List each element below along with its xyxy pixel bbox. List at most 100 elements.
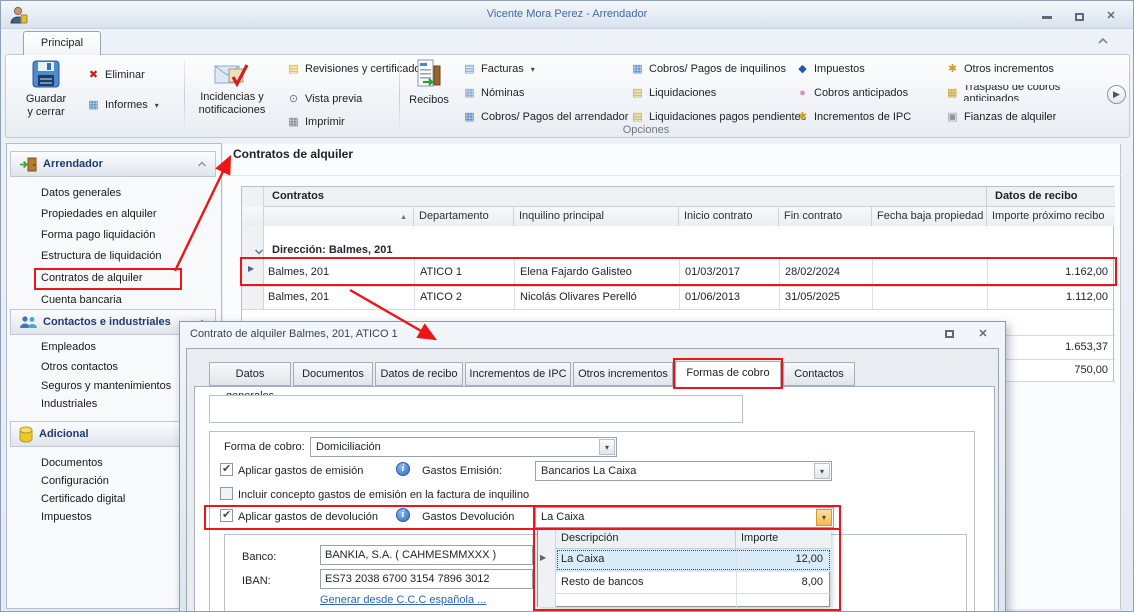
tab-datos-generales[interactable]: Datos generales <box>209 362 291 402</box>
header-importe[interactable]: Importe próximo recibo <box>987 207 1115 226</box>
title-divider <box>223 175 1121 176</box>
partial-row-value: 1.653,37 <box>1065 341 1108 353</box>
close-button[interactable]: ✕ <box>1099 10 1123 25</box>
nominas-button[interactable]: Nóminas <box>463 85 524 101</box>
sidebar-item-contratos-alquiler[interactable]: Contratos de alquiler <box>41 272 143 284</box>
grid-row-selected[interactable]: La Caixa 12,00 <box>556 549 831 571</box>
sidebar-section-arrendador[interactable]: Arrendador <box>10 151 216 177</box>
cell-fin: 31/05/2025 <box>785 291 841 303</box>
report-icon <box>87 99 100 111</box>
eliminar-button[interactable]: Eliminar <box>87 67 145 83</box>
grid-row[interactable]: Resto de bancos 8,00 <box>556 571 831 593</box>
sidebar-item-cuenta-bancaria[interactable]: Cuenta bancaria <box>41 294 122 306</box>
band-datos-recibo[interactable]: Datos de recibo <box>987 187 1115 207</box>
guardar-cerrar-button[interactable]: Guardar y cerrar <box>15 59 77 119</box>
dialog-close-button[interactable]: ✕ <box>974 327 992 341</box>
sidebar-item-datos-generales[interactable]: Datos generales <box>41 187 121 199</box>
taxes-icon <box>796 63 809 75</box>
dialog-title: Contrato de alquiler Balmes, 201, ATICO … <box>190 328 398 340</box>
title-bar: Vicente Mora Perez - Arrendador ✕ <box>1 1 1133 29</box>
sidebar-item-industriales[interactable]: Industriales <box>41 398 97 410</box>
header-inicio-contrato[interactable]: Inicio contrato <box>679 207 779 226</box>
grid-cell-importe: 8,00 <box>801 576 823 588</box>
grid-header-descripcion[interactable]: Descripción <box>556 529 736 549</box>
landlord-door-icon <box>19 157 37 172</box>
informes-button[interactable]: Informes <box>87 97 159 113</box>
group-separator <box>399 60 400 132</box>
sidebar-item-certificado-digital[interactable]: Certificado digital <box>41 493 125 505</box>
tab-formas-de-cobro[interactable]: Formas de cobro <box>675 361 781 388</box>
cell-inquilino: Nicolás Olivares Perelló <box>520 291 637 303</box>
group-expand-chevron-icon[interactable] <box>254 248 264 256</box>
tab-contactos[interactable]: Contactos <box>783 362 855 386</box>
combo-dropdown-icon-highlighted[interactable] <box>816 509 832 526</box>
grid-cell-desc: La Caixa <box>561 553 605 565</box>
incidencias-button[interactable]: Incidencias y notificaciones <box>189 59 275 117</box>
group-row-label[interactable]: Dirección: Balmes, 201 <box>272 244 392 256</box>
header-inquilino[interactable]: Inquilino principal <box>514 207 679 226</box>
cell-departamento: ATICO 2 <box>420 291 462 303</box>
sidebar-item-impuestos[interactable]: Impuestos <box>41 511 92 523</box>
cobros-pagos-arrendador-button[interactable]: Cobros/ Pagos del arrendador <box>463 109 628 125</box>
keys-icon <box>796 111 809 123</box>
application-window: Vicente Mora Perez - Arrendador ✕ Princi… <box>0 0 1134 612</box>
cell-importe: 1.112,00 <box>1065 291 1108 303</box>
fianzas-button[interactable]: Fianzas de alquiler <box>946 109 1056 125</box>
ribbon-scroll-right-icon[interactable]: ▶ <box>1107 85 1126 104</box>
receipt-icon <box>416 59 442 91</box>
facturas-button[interactable]: Facturas <box>463 61 535 77</box>
grid-cell-importe: 12,00 <box>795 553 823 565</box>
cobros-pagos-inquilinos-button[interactable]: Cobros/ Pagos de inquilinos <box>631 61 786 77</box>
restore-button[interactable] <box>1067 10 1091 25</box>
tab-incrementos-ipc[interactable]: Incrementos de IPC <box>465 362 571 386</box>
cell-fin: 28/02/2024 <box>785 266 841 278</box>
invoices-icon <box>463 63 476 75</box>
cobros-anticipados-button[interactable]: Cobros anticipados <box>796 85 908 101</box>
header-fin-contrato[interactable]: Fin contrato <box>779 207 872 226</box>
minimize-button[interactable] <box>1035 10 1059 25</box>
incrementos-ipc-button[interactable]: Incrementos de IPC <box>796 109 911 125</box>
sidebar-item-estructura[interactable]: Estructura de liquidación <box>41 250 161 262</box>
delete-icon <box>87 69 100 81</box>
sidebar-item-otros-contactos[interactable]: Otros contactos <box>41 361 118 373</box>
liquidaciones-pendientes-button[interactable]: Liquidaciones pagos pendientes <box>631 109 806 125</box>
payer-radio-group <box>209 395 743 423</box>
pending-settlements-icon <box>631 111 644 123</box>
liquidaciones-button[interactable]: Liquidaciones <box>631 85 716 101</box>
preview-magnifier-icon <box>287 93 300 105</box>
dialog-restore-button[interactable] <box>940 328 958 342</box>
sidebar-item-empleados[interactable]: Empleados <box>41 341 96 353</box>
band-contratos[interactable]: Contratos <box>264 187 987 207</box>
grid-cell-desc: Resto de bancos <box>561 576 644 588</box>
header-fecha-baja[interactable]: Fecha baja propiedad <box>872 207 987 226</box>
ribbon-collapse-icon[interactable] <box>1097 37 1109 45</box>
transfer-icon <box>946 87 958 99</box>
otros-incrementos-button[interactable]: Otros incrementos <box>946 61 1054 77</box>
tab-datos-recibo[interactable]: Datos de recibo <box>375 362 463 386</box>
tab-principal[interactable]: Principal <box>23 31 101 55</box>
sidebar-item-propiedades[interactable]: Propiedades en alquiler <box>41 208 157 220</box>
ribbon-group-label: Opciones <box>622 124 670 136</box>
traspaso-cobros-button[interactable]: Traspaso de cobros anticipados <box>946 85 1112 101</box>
gastos-devolucion-dropdown-grid: Descripción Importe La Caixa 12,00 ▶ Res… <box>537 528 831 607</box>
keys-icon <box>946 63 959 75</box>
recibos-button[interactable]: Recibos <box>403 59 455 107</box>
collapse-chevron-icon <box>197 161 207 168</box>
sidebar-item-seguros[interactable]: Seguros y mantenimientos <box>41 380 171 392</box>
deposit-icon <box>946 111 959 123</box>
header-departamento[interactable]: Departamento <box>414 207 514 226</box>
sidebar-item-documentos[interactable]: Documentos <box>41 457 103 469</box>
tab-documentos[interactable]: Documentos <box>293 362 373 386</box>
tab-otros-incrementos[interactable]: Otros incrementos <box>573 362 673 386</box>
sidebar-item-forma-pago[interactable]: Forma pago liquidación <box>41 229 155 241</box>
imprimir-button[interactable]: Imprimir <box>287 114 345 130</box>
header-direccion[interactable]: ▲ <box>264 207 414 226</box>
impuestos-button[interactable]: Impuestos <box>796 61 865 77</box>
grid-header-importe[interactable]: Importe <box>736 529 831 549</box>
vista-previa-button[interactable]: Vista previa <box>287 91 362 107</box>
window-title: Vicente Mora Perez - Arrendador <box>486 8 648 20</box>
sidebar-item-configuracion[interactable]: Configuración <box>41 475 109 487</box>
cell-importe: 1.162,00 <box>1065 266 1108 278</box>
settlements-icon <box>631 87 644 99</box>
gastos-devolucion-combo[interactable]: La Caixa <box>535 507 834 528</box>
